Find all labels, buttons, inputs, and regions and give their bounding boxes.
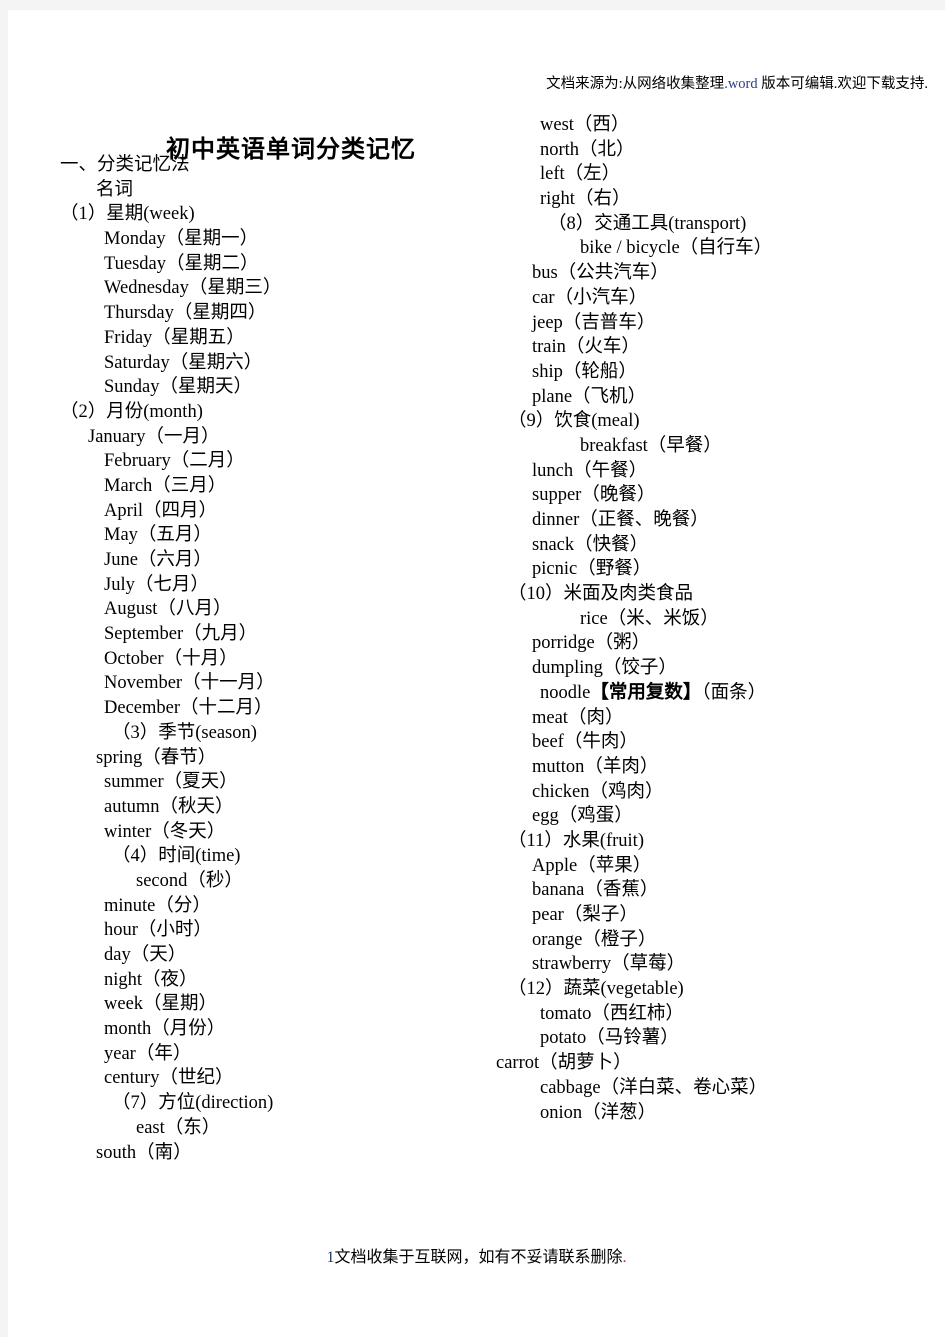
right-column-line: noodle【常用复数】（面条） <box>496 681 936 706</box>
left-column-line: Saturday（星期六） <box>104 352 263 373</box>
right-column-line: bus（公共汽车） <box>532 263 669 284</box>
left-column-line: night（夜） <box>104 969 198 990</box>
right-column-line: dumpling（饺子） <box>532 658 677 679</box>
left-column-line: （1）星期(week) <box>60 204 195 225</box>
left-column-line: 名词 <box>96 179 134 200</box>
left-column-line: autumn（秋天） <box>104 796 234 817</box>
right-column-line: meat（肉） <box>532 707 624 728</box>
text-segment: （面条） <box>701 682 767 703</box>
right-column-line: north（北） <box>540 139 635 160</box>
right-column-line: beef（牛肉） <box>532 732 638 753</box>
right-column-line: strawberry（草莓） <box>532 954 686 975</box>
left-column-line: month（月份） <box>104 1019 226 1040</box>
right-column-line: rice（米、米饭） <box>580 608 719 629</box>
footer-text: 文档收集于互联网，如有不妥请联系删除 <box>334 1249 623 1266</box>
emphasis-note: 【常用复数】 <box>590 682 702 703</box>
left-column-line: Thursday（星期四） <box>104 303 267 324</box>
left-column-line: February（二月） <box>104 451 245 472</box>
page-footer: 1文档收集于互联网，如有不妥请联系删除. <box>8 1243 945 1267</box>
left-column-line: south（南） <box>96 1142 192 1163</box>
right-column-line: left（左） <box>540 164 621 185</box>
right-column-line: lunch（午餐） <box>532 460 648 481</box>
left-column-line: August（八月） <box>104 599 232 620</box>
header-suffix: 版本可编辑.欢迎下载支持. <box>757 76 928 92</box>
right-column-line: supper（晚餐） <box>532 485 656 506</box>
left-column-line: Monday（星期一） <box>104 229 259 250</box>
left-column-line: year（年） <box>104 1043 192 1064</box>
right-column-line: （12）蔬菜(vegetable) <box>508 979 684 1000</box>
left-column-line: Tuesday（星期二） <box>104 253 259 274</box>
left-column-line: day（天） <box>104 945 187 965</box>
left-column-line: week（星期） <box>104 994 218 1015</box>
right-column-line: （9）饮食(meal) <box>508 411 640 432</box>
left-column-line: east（东） <box>136 1117 221 1138</box>
left-column-line: May（五月） <box>104 525 212 546</box>
left-column-line: （7）方位(direction) <box>112 1093 274 1114</box>
left-column-line: July（七月） <box>104 574 209 595</box>
left-column-line: November（十一月） <box>104 673 275 694</box>
right-column-line: plane（飞机） <box>532 386 647 407</box>
left-column-line: century（世纪） <box>104 1068 234 1089</box>
left-column-line: December（十二月） <box>104 698 273 719</box>
left-column-line: October（十月） <box>104 648 238 669</box>
left-column-line: September（九月） <box>104 624 258 645</box>
left-column-line: 一、分类记忆法 <box>60 155 190 175</box>
right-column-line: tomato（西红柿） <box>540 1003 684 1024</box>
left-column-line: hour（小时） <box>104 920 212 941</box>
right-column-line: snack（快餐） <box>532 534 649 555</box>
right-column-line: banana（香蕉） <box>532 880 659 901</box>
right-column-line: train（火车） <box>532 337 640 358</box>
left-column-line: minute（分） <box>104 895 211 916</box>
right-column-line: pear（梨子） <box>532 905 638 925</box>
footer-dot: . <box>622 1249 627 1266</box>
right-column-line: cabbage（洋白菜、卷心菜） <box>540 1077 768 1098</box>
left-column-line: March（三月） <box>104 475 227 496</box>
left-column-line: spring（春节） <box>96 747 217 768</box>
header-prefix: 文档来源为:从网络收集整理 <box>546 76 725 92</box>
header-word-label: .word <box>724 76 758 92</box>
document-page: 文档来源为:从网络收集整理.word 版本可编辑.欢迎下载支持. 初中英语单词分… <box>8 10 945 1337</box>
right-column-line: jeep（吉普车） <box>532 312 656 333</box>
left-column-line: second（秒） <box>136 870 243 891</box>
right-column-line: bike / bicycle（自行车） <box>580 238 773 259</box>
right-column-line: mutton（羊肉） <box>532 756 659 777</box>
right-column-line: onion（洋葱） <box>540 1102 657 1123</box>
right-column-line: （10）米面及肉类食品 <box>508 584 694 605</box>
right-column-line: chicken（鸡肉） <box>532 781 664 802</box>
left-column-line: Sunday（星期天） <box>104 377 253 398</box>
left-column-line: （2）月份(month) <box>60 401 203 422</box>
right-column-line: car（小汽车） <box>532 287 648 308</box>
left-column-line: （3）季节(season) <box>112 722 257 743</box>
left-column-line: （4）时间(time) <box>112 846 241 867</box>
right-column-line: west（西） <box>540 115 630 135</box>
right-text-column: west（西） north（北） left（左） right（右） （8）交通工具(tr… <box>496 113 936 1125</box>
left-column-line: Friday（星期五） <box>104 327 245 348</box>
left-column-line: Wednesday（星期三） <box>104 278 282 299</box>
left-column-line: June（六月） <box>104 550 212 570</box>
right-column-line: Apple（苹果） <box>532 855 652 876</box>
document-source-header: 文档来源为:从网络收集整理.word 版本可编辑.欢迎下载支持. <box>8 72 928 93</box>
right-column-line: （11）水果(fruit) <box>508 830 644 851</box>
right-column-line: right（右） <box>540 189 631 210</box>
left-column-line: summer（夏天） <box>104 772 238 793</box>
right-column-line: breakfast（早餐） <box>580 435 722 456</box>
right-column-line: （8）交通工具(transport) <box>548 213 747 234</box>
left-column-line: winter（冬天） <box>104 821 226 842</box>
right-column-line: porridge（粥） <box>532 633 651 654</box>
left-column-line: January（一月） <box>88 426 220 447</box>
left-text-column: 一、分类记忆法名词 （1）星期(week) Monday（星期一） Tuesday（星… <box>60 153 490 1165</box>
right-column-line: picnic（野餐） <box>532 559 652 580</box>
right-column-line: orange（橙子） <box>532 929 657 950</box>
right-column-line: dinner（正餐、晚餐） <box>532 510 709 530</box>
right-column-line: egg（鸡蛋） <box>532 806 633 827</box>
right-column-line: carrot（胡萝卜） <box>496 1053 632 1074</box>
left-column-line: April（四月） <box>104 500 218 521</box>
text-segment: noodle <box>540 682 591 703</box>
right-column-line: ship（轮船） <box>532 361 637 382</box>
right-column-line: potato（马铃薯） <box>540 1028 679 1049</box>
